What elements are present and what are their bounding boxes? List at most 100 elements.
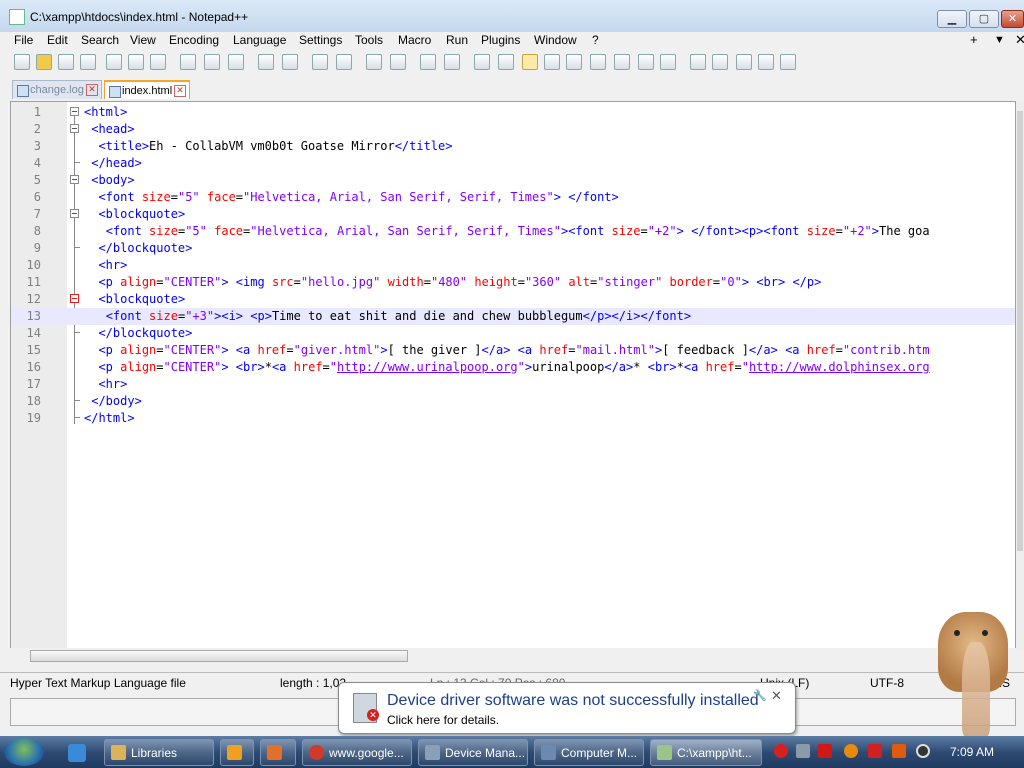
tray-antivirus-icon[interactable] <box>818 744 832 758</box>
taskbar-chrome[interactable]: www.google... <box>302 739 412 766</box>
redo-icon[interactable] <box>282 54 298 70</box>
function-list-icon[interactable] <box>590 54 606 70</box>
tab-close-icon[interactable]: ✕ <box>86 84 98 96</box>
menu-macro[interactable]: Macro <box>398 33 431 47</box>
run-macro-multiple-icon[interactable] <box>758 54 774 70</box>
replace-icon[interactable] <box>336 54 352 70</box>
start-button[interactable] <box>4 738 44 766</box>
word-wrap-icon[interactable] <box>474 54 490 70</box>
code-line[interactable]: 1 <html> <box>11 104 1015 121</box>
cut-icon[interactable] <box>180 54 196 70</box>
code-line[interactable]: 10 <hr> <box>11 257 1015 274</box>
code-line[interactable]: 17 <hr> <box>11 376 1015 393</box>
monitor-icon[interactable] <box>638 54 654 70</box>
code-line[interactable]: 7 <blockquote> <box>11 206 1015 223</box>
zoom-out-icon[interactable] <box>390 54 406 70</box>
open-file-icon[interactable] <box>36 54 52 70</box>
menu-file[interactable]: File <box>14 33 33 47</box>
code-line[interactable]: 2 <head> <box>11 121 1015 138</box>
paste-icon[interactable] <box>228 54 244 70</box>
record-macro-icon[interactable] <box>690 54 706 70</box>
taskbar-paint[interactable] <box>260 739 296 766</box>
code-line[interactable]: 15 <p align="CENTER"> <a href="giver.htm… <box>11 342 1015 359</box>
show-all-chars-icon[interactable] <box>498 54 514 70</box>
taskbar-device-manager[interactable]: Device Mana... <box>418 739 528 766</box>
tray-error-icon[interactable] <box>774 744 788 758</box>
tab-change-log[interactable]: change.log ✕ <box>12 80 102 99</box>
code-line[interactable]: 6 <font size="5" face="Helvetica, Arial,… <box>11 189 1015 206</box>
tray-volume-icon[interactable] <box>916 744 930 758</box>
close-file-icon[interactable] <box>106 54 122 70</box>
print-icon[interactable] <box>150 54 166 70</box>
close-all-icon[interactable] <box>128 54 144 70</box>
internet-explorer-icon[interactable] <box>68 744 86 762</box>
fold-toggle-icon[interactable] <box>70 107 79 116</box>
undo-icon[interactable] <box>258 54 274 70</box>
stop-macro-icon[interactable] <box>712 54 728 70</box>
taskbar-media-player[interactable] <box>220 739 254 766</box>
eye-icon[interactable] <box>660 54 676 70</box>
fold-toggle-icon[interactable] <box>70 175 79 184</box>
notification-close-button[interactable]: ✕ <box>771 688 782 704</box>
menu-edit[interactable]: Edit <box>47 33 68 47</box>
fold-toggle-icon[interactable] <box>70 209 79 218</box>
taskbar-notepad[interactable]: C:\xampp\ht... <box>650 739 762 766</box>
fold-toggle-icon[interactable] <box>70 124 79 133</box>
new-file-icon[interactable] <box>14 54 30 70</box>
code-line[interactable]: 12 <blockquote> <box>11 291 1015 308</box>
code-line[interactable]: 4 </head> <box>11 155 1015 172</box>
code-line[interactable]: 18 </body> <box>11 393 1015 410</box>
vertical-scroll-thumb[interactable] <box>1017 111 1023 551</box>
copy-icon[interactable] <box>204 54 220 70</box>
menu-run[interactable]: Run <box>446 33 468 47</box>
menu-tools[interactable]: Tools <box>355 33 383 47</box>
code-line[interactable]: 19 </html> <box>11 410 1015 427</box>
notification-details-link[interactable]: Click here for details. <box>387 713 499 727</box>
folder-workspace-icon[interactable] <box>614 54 630 70</box>
notification-balloon[interactable]: ✕ Device driver software was not success… <box>338 682 796 734</box>
menu-language[interactable]: Language <box>233 33 286 47</box>
menu-view[interactable]: View <box>130 33 156 47</box>
code-line[interactable]: 9 </blockquote> <box>11 240 1015 257</box>
tray-search-icon[interactable] <box>844 744 858 758</box>
options-icon[interactable]: 🔧 <box>753 689 767 702</box>
sync-horizontal-icon[interactable] <box>444 54 460 70</box>
define-language-icon[interactable] <box>544 54 560 70</box>
minimize-button[interactable]: ▁ <box>937 10 967 28</box>
tab-close-icon[interactable]: ✕ <box>174 85 186 97</box>
sync-vertical-icon[interactable] <box>420 54 436 70</box>
close-button[interactable]: ✕ <box>1001 10 1024 28</box>
close-doc-icon[interactable]: ✕ <box>1015 32 1024 48</box>
indent-guide-icon[interactable] <box>522 54 538 70</box>
notepad-app-icon[interactable] <box>9 9 25 25</box>
horizontal-scroll-thumb[interactable] <box>30 650 408 662</box>
vertical-scrollbar[interactable] <box>1016 101 1024 650</box>
clock[interactable]: 7:09 AM <box>950 745 994 759</box>
zoom-in-icon[interactable] <box>366 54 382 70</box>
code-line[interactable]: 13 <font size="+3"><i> <p>Time to eat sh… <box>11 308 1015 325</box>
tray-device-icon[interactable] <box>796 744 810 758</box>
save-macro-icon[interactable] <box>780 54 796 70</box>
menu-search[interactable]: Search <box>81 33 119 47</box>
taskbar-libraries[interactable]: Libraries <box>104 739 214 766</box>
code-line[interactable]: 3 <title>Eh - CollabVM vm0b0t Goatse Mir… <box>11 138 1015 155</box>
menu-window[interactable]: Window <box>534 33 577 47</box>
menu-encoding[interactable]: Encoding <box>169 33 219 47</box>
menu-settings[interactable]: Settings <box>299 33 342 47</box>
code-line[interactable]: 14 </blockquote> <box>11 325 1015 342</box>
play-macro-icon[interactable] <box>736 54 752 70</box>
code-line[interactable]: 8 <font size="5" face="Helvetica, Arial,… <box>11 223 1015 240</box>
find-icon[interactable] <box>312 54 328 70</box>
tray-app-icon[interactable] <box>892 744 906 758</box>
fold-toggle-icon[interactable] <box>70 294 79 303</box>
save-icon[interactable] <box>58 54 74 70</box>
save-all-icon[interactable] <box>80 54 96 70</box>
tab-list-icon[interactable]: ▼ <box>994 34 1005 46</box>
code-line[interactable]: 5 <body> <box>11 172 1015 189</box>
taskbar-computer-management[interactable]: Computer M... <box>534 739 644 766</box>
tray-flag-icon[interactable] <box>868 744 882 758</box>
horizontal-scrollbar[interactable] <box>10 648 1016 664</box>
new-tab-icon[interactable]: + <box>970 32 978 47</box>
editor-area[interactable]: 1 <html> 2 <head> 3 <title>Eh - CollabVM vm… <box>10 101 1016 650</box>
code-line[interactable]: 11 <p align="CENTER"> <img src="hello.jp… <box>11 274 1015 291</box>
